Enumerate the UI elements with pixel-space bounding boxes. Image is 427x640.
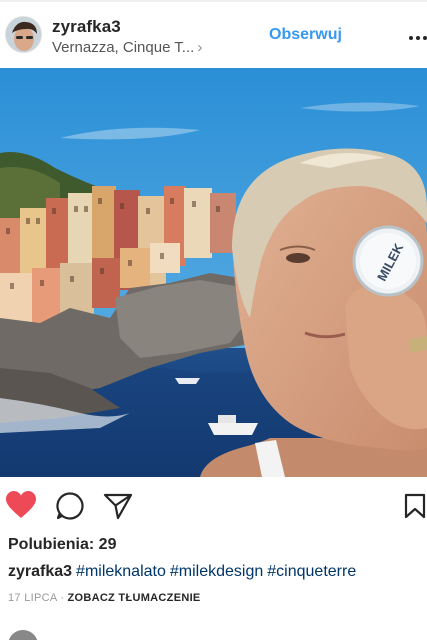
more-options-icon[interactable] — [409, 36, 427, 42]
likes-count[interactable]: Polubienia: 29 — [8, 536, 116, 554]
avatar[interactable] — [5, 16, 42, 53]
share-icon[interactable] — [103, 492, 133, 520]
hashtag-link[interactable]: #cinqueterre — [267, 563, 356, 580]
meta-separator: · — [60, 592, 65, 604]
post-meta: 17 LIPCA · ZOBACZ TŁUMACZENIE — [8, 592, 201, 604]
post-header: zyrafka3 Vernazza, Cinque T... › Obserwuj — [0, 2, 427, 68]
post-location[interactable]: Vernazza, Cinque T... › — [52, 39, 202, 56]
hashtag-link[interactable]: #milekdesign — [170, 563, 263, 580]
post-photo[interactable]: MILEK — [0, 68, 427, 477]
post-date: 17 LIPCA — [8, 592, 58, 604]
post-caption: zyrafka3 #mileknalato #milekdesign #cinquet… — [8, 563, 360, 581]
comment-icon[interactable] — [55, 491, 85, 521]
bookmark-icon[interactable] — [404, 493, 426, 519]
caption-username[interactable]: zyrafka3 — [8, 563, 72, 580]
follow-button[interactable]: Obserwuj — [269, 26, 342, 44]
avatar[interactable] — [8, 630, 38, 640]
post-username[interactable]: zyrafka3 — [52, 17, 121, 37]
chevron-right-icon: › — [197, 39, 203, 56]
action-bar — [0, 477, 427, 535]
hashtag-link[interactable]: #mileknalato — [76, 563, 166, 580]
heart-icon[interactable] — [5, 490, 37, 520]
location-label: Vernazza, Cinque T... — [52, 39, 195, 56]
see-translation-link[interactable]: ZOBACZ TŁUMACZENIE — [67, 592, 200, 604]
